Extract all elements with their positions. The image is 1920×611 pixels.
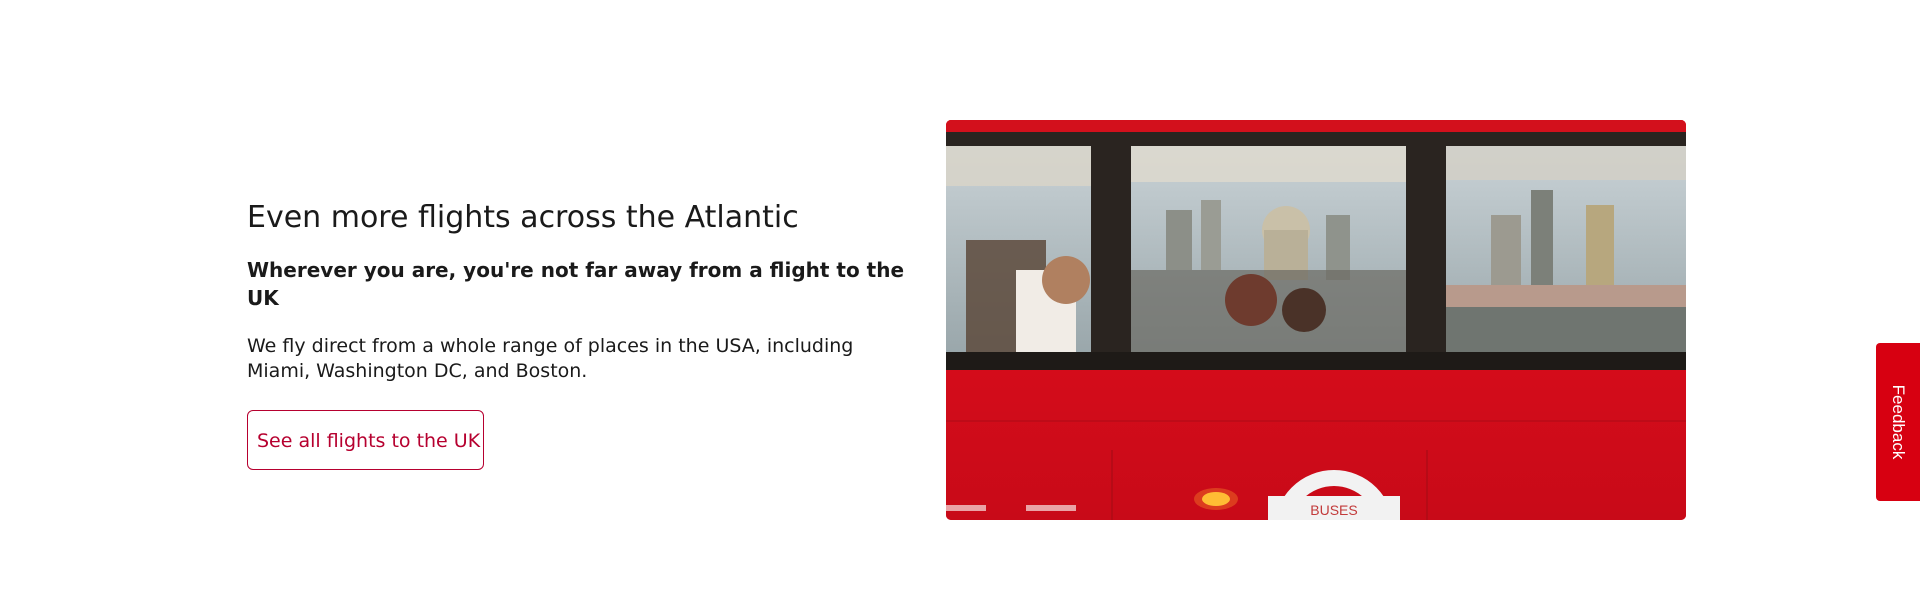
- promo-text-column: Even more flights across the Atlantic Wh…: [247, 196, 907, 470]
- promo-section: Even more flights across the Atlantic Wh…: [0, 0, 1920, 611]
- roundel-text: BUSES: [1310, 502, 1357, 518]
- london-bus-illustration: BUSES: [946, 120, 1686, 520]
- london-bus-image: BUSES: [946, 120, 1686, 520]
- feedback-tab[interactable]: Feedback: [1876, 343, 1920, 501]
- feedback-label: Feedback: [1889, 384, 1908, 460]
- promo-body: We fly direct from a whole range of plac…: [247, 335, 854, 382]
- promo-subheadline: Wherever you are, you're not far away fr…: [247, 258, 905, 310]
- see-all-flights-button[interactable]: See all flights to the UK: [247, 410, 484, 470]
- promo-headline: Even more flights across the Atlantic: [247, 200, 799, 235]
